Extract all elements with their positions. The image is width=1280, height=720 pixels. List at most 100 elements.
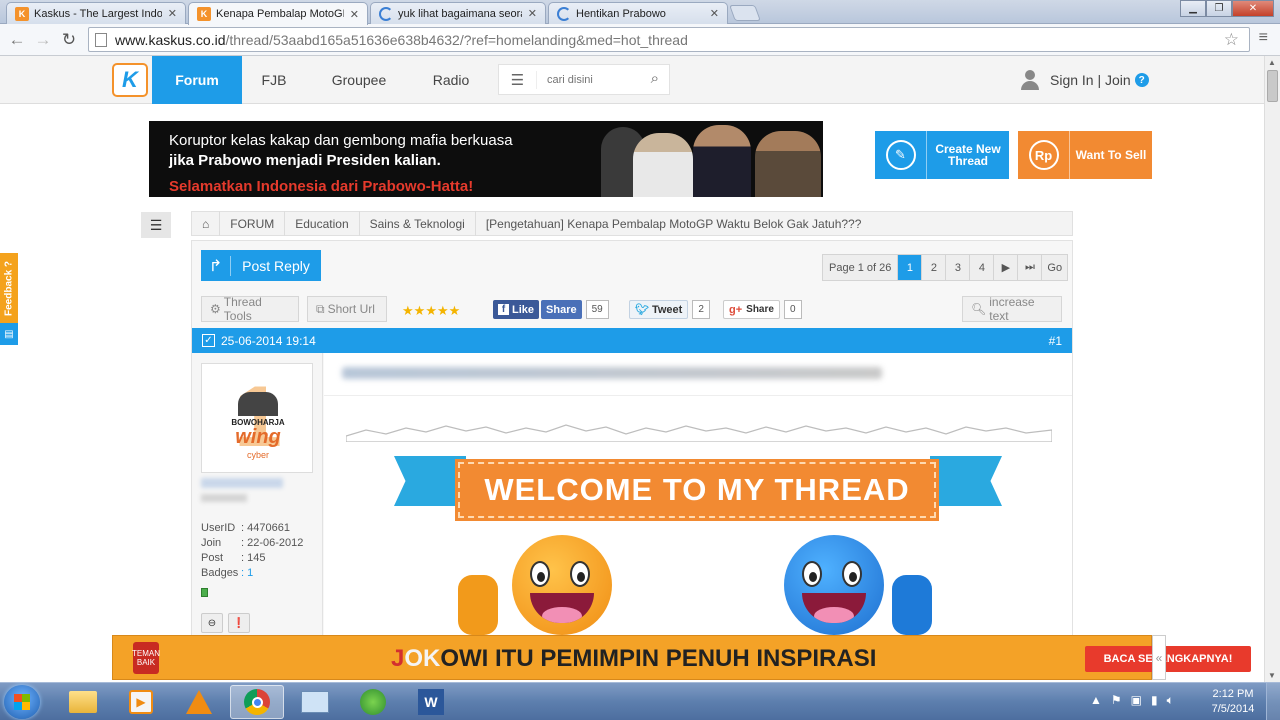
divider (324, 395, 1072, 396)
google-plus-icon: g+ (729, 303, 743, 316)
kaskus-favicon: K (197, 7, 211, 21)
browser-tab-strip: K Kaskus - The Largest Indo ✕ K Kenapa P… (0, 0, 1280, 25)
url-path: /thread/53aabd165a51636e638b4632/?ref=ho… (225, 31, 688, 48)
political-banner-ad[interactable]: Koruptor kelas kakap dan gembong mafia b… (149, 121, 823, 197)
scroll-up-icon[interactable]: ▲ (1268, 58, 1276, 67)
tweet-button[interactable]: 🐦︎ Tweet (629, 300, 689, 319)
thread-tools-button[interactable]: ⚙ Thread Tools (201, 295, 299, 323)
page-2-button[interactable]: 2 (922, 255, 947, 280)
volume-icon[interactable]: 🔈︎ (1167, 693, 1174, 708)
tray-app-icon[interactable]: ▣ (1131, 693, 1142, 708)
chrome-taskbar-icon[interactable] (230, 685, 284, 719)
scroll-down-icon[interactable]: ▼ (1268, 671, 1276, 680)
browser-tab-kaskus-home[interactable]: K Kaskus - The Largest Indo ✕ (6, 2, 186, 24)
scroll-thumb[interactable] (1267, 70, 1278, 102)
sign-in-link[interactable]: Sign In | Join (1050, 72, 1131, 88)
pagination: Page 1 of 26 1 2 3 4 ▶ ⏭ Go (822, 254, 1069, 281)
nav-groupee[interactable]: Groupee (316, 56, 402, 104)
internet-download-taskbar-icon[interactable] (346, 685, 400, 719)
address-bar[interactable]: www.kaskus.co.id /thread/53aabd165a51636… (88, 27, 1250, 52)
page-3-button[interactable]: 3 (946, 255, 971, 280)
breadcrumb-education[interactable]: Education (285, 211, 360, 236)
feedback-icon[interactable]: ▤ (0, 323, 18, 345)
google-plus-share-button[interactable]: g+ Share (723, 300, 780, 319)
page-1-button[interactable]: 1 (898, 255, 923, 280)
network-taskbar-icon[interactable] (288, 685, 342, 719)
breadcrumb-sains-teknologi[interactable]: Sains & Teknologi (360, 211, 476, 236)
go-button[interactable]: Go (1042, 255, 1067, 280)
taskbar-clock[interactable]: 2:12 PM 7/5/2014 (1205, 687, 1261, 717)
profile-icon[interactable]: ⊖ (201, 613, 223, 633)
star-icon: ★ (413, 303, 426, 318)
new-tab-button[interactable] (729, 5, 761, 21)
browser-tab-hentikan[interactable]: Hentikan Prabowo ✕ (548, 2, 728, 24)
search-input[interactable] (547, 73, 647, 86)
twitter-share-group: 🐦︎ Tweet 2 (629, 300, 710, 319)
help-icon[interactable]: ? (1134, 73, 1149, 87)
search-icon[interactable]: ⌕ (651, 70, 659, 87)
checkbox-icon[interactable]: ✓ (202, 334, 215, 347)
maximize-icon[interactable]: ❐ (1206, 0, 1232, 17)
post-reply-button[interactable]: ↱ Post Reply (201, 250, 321, 281)
feedback-tab[interactable]: Feedback ? (0, 253, 18, 323)
browser-tab-motogp[interactable]: K Kenapa Pembalap MotoGP ✕ (188, 2, 368, 25)
short-url-button[interactable]: ⧉ Short Url (307, 296, 387, 322)
browser-toolbar: ← → ↻ www.kaskus.co.id /thread/53aabd165… (0, 24, 1280, 56)
loading-spinner-icon (557, 6, 571, 21)
forward-arrow-icon[interactable]: → (30, 27, 56, 53)
flag-icon[interactable]: ⚑ (1111, 693, 1122, 708)
windows-taskbar: ▶ W ▲ ⚑ ▣ ▮ 🔈︎ 2:12 PM 7/5/2014 (0, 682, 1280, 720)
browser-tab-yuk-lihat[interactable]: yuk lihat bagaimana seora ✕ (370, 2, 546, 24)
want-to-sell-button[interactable]: Rp Want To Sell (1018, 131, 1152, 179)
nav-forum[interactable]: Forum (152, 56, 242, 104)
kaskus-logo[interactable]: K (112, 63, 148, 97)
thread-tools-label: Thread Tools (223, 295, 262, 323)
reload-icon[interactable]: ↻ (56, 27, 82, 53)
page-4-button[interactable]: 4 (970, 255, 995, 280)
report-icon[interactable]: ❗ (228, 613, 250, 633)
page-scrollbar[interactable]: ▲ ▼ (1264, 56, 1280, 682)
increase-text-button[interactable]: 🔍︎ increase text (962, 295, 1062, 323)
start-button[interactable] (4, 685, 40, 719)
minimize-icon[interactable]: ▁ (1180, 0, 1206, 17)
clock-date: 7/5/2014 (1211, 703, 1255, 715)
last-page-icon[interactable]: ⏭ (1018, 255, 1043, 280)
breadcrumb-forum[interactable]: FORUM (220, 211, 286, 236)
nav-fjb[interactable]: FJB (242, 56, 306, 104)
chrome-menu-icon[interactable]: ≡ (1259, 29, 1268, 47)
word-taskbar-icon[interactable]: W (404, 685, 458, 719)
explorer-taskbar-icon[interactable] (56, 685, 110, 719)
close-tab-icon[interactable]: ✕ (528, 7, 537, 20)
bookmark-star-icon[interactable]: ☆ (1224, 30, 1239, 50)
back-arrow-icon[interactable]: ← (4, 27, 30, 53)
ad-figure (633, 133, 693, 197)
close-tab-icon[interactable]: ✕ (168, 7, 177, 20)
close-tab-icon[interactable]: ✕ (710, 7, 719, 20)
hamburger-menu-icon[interactable]: ☰ (141, 212, 171, 238)
list-icon[interactable]: ☰ (499, 70, 537, 89)
facebook-share-button[interactable]: Share (541, 300, 582, 319)
bottom-banner-ad[interactable]: TEMAN BAIK JOKOWI ITU PEMIMPIN PENUH INS… (112, 635, 1251, 680)
pencil-icon: ✎ (875, 131, 927, 179)
nav-radio[interactable]: Radio (416, 56, 486, 104)
collapse-ad-icon[interactable]: « (1152, 635, 1166, 680)
ad-figure (693, 125, 751, 197)
next-page-icon[interactable]: ▶ (994, 255, 1019, 280)
show-desktop-button[interactable] (1266, 683, 1280, 720)
close-window-icon[interactable]: ✕ (1232, 0, 1274, 17)
tray-up-arrow-icon[interactable]: ▲ (1090, 693, 1102, 708)
home-icon[interactable]: ⌂ (192, 211, 221, 236)
post-number[interactable]: #1 (1049, 334, 1062, 348)
username-blurred[interactable] (201, 478, 283, 488)
facebook-like-button[interactable]: f Like (493, 300, 540, 319)
close-tab-icon[interactable]: ✕ (350, 8, 359, 21)
create-new-thread-button[interactable]: ✎ Create New Thread (875, 131, 1009, 179)
vlc-taskbar-icon[interactable] (172, 685, 226, 719)
ribbon-right (930, 456, 1002, 506)
signal-icon[interactable]: ▮ (1151, 693, 1158, 708)
media-player-taskbar-icon[interactable]: ▶ (114, 685, 168, 719)
ad-line-3: Selamatkan Indonesia dari Prabowo-Hatta! (169, 178, 474, 195)
avatar[interactable]: 1 BOWOHARJA wing cyber (201, 363, 313, 473)
post-header-bar: ✓ 25-06-2014 19:14 #1 (192, 328, 1072, 353)
read-more-button[interactable]: BACA SELENGKAPNYA! (1085, 646, 1251, 672)
